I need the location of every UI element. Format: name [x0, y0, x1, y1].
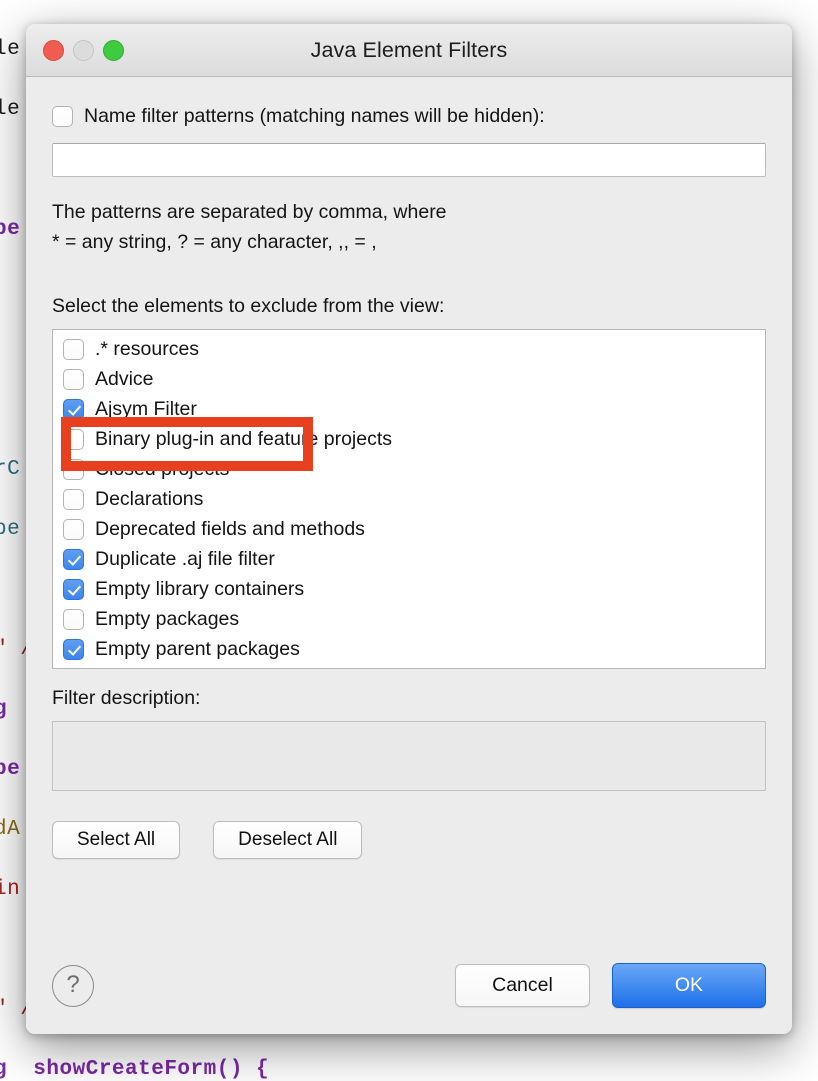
window-title: Java Element Filters — [310, 37, 508, 62]
filter-list-item[interactable]: Advice — [53, 364, 765, 394]
filter-item-label: Ajsym Filter — [95, 397, 197, 420]
filter-list-item[interactable]: Empty library containers — [53, 574, 765, 604]
code-line: be — [0, 218, 21, 241]
filter-item-checkbox[interactable] — [63, 488, 84, 510]
filter-item-checkbox[interactable] — [63, 518, 84, 540]
exclude-elements-label: Select the elements to exclude from the … — [52, 295, 445, 317]
filter-item-label: Binary plug-in and feature projects — [95, 427, 393, 450]
filter-item-checkbox[interactable] — [63, 338, 84, 360]
zoom-button[interactable] — [103, 40, 124, 61]
filter-item-checkbox[interactable] — [63, 458, 84, 480]
code-line: le — [0, 98, 21, 121]
code-line: be — [0, 518, 21, 541]
code-line: g showCreateForm() { — [0, 1058, 270, 1081]
filter-list-item[interactable]: Declarations — [53, 484, 765, 514]
filter-item-label: Duplicate .aj file filter — [95, 547, 275, 570]
java-element-filters-dialog: Java Element Filters Name filter pattern… — [26, 24, 792, 1034]
ok-button[interactable]: OK — [611, 963, 766, 1008]
filter-item-checkbox[interactable] — [63, 548, 84, 570]
filter-item-label: Declarations — [95, 487, 204, 510]
dialog-titlebar: Java Element Filters — [26, 24, 792, 77]
filter-list-item[interactable]: Empty packages — [53, 604, 765, 634]
filter-item-label: Empty parent packages — [95, 637, 300, 660]
filter-item-label: Empty packages — [95, 607, 240, 630]
close-button[interactable] — [43, 40, 64, 61]
filter-list-item[interactable]: Binary plug-in and feature projects — [53, 424, 765, 454]
filter-list-item[interactable]: Ajsym Filter — [53, 394, 765, 424]
select-all-button[interactable]: Select All — [52, 821, 181, 859]
filter-item-checkbox[interactable] — [63, 578, 84, 600]
selection-buttons-row: Select All Deselect All — [52, 821, 766, 859]
minimize-button[interactable] — [73, 40, 94, 61]
help-icon[interactable]: ? — [52, 964, 94, 1007]
filter-list-item[interactable]: Closed projects — [53, 454, 765, 484]
filter-description-box — [52, 721, 766, 791]
filter-item-label: Deprecated fields and methods — [95, 517, 365, 540]
filter-list-item[interactable]: .* resources — [53, 334, 765, 364]
dialog-footer: ? Cancel OK — [26, 963, 792, 1034]
filter-item-label: Closed projects — [95, 457, 230, 480]
name-filter-patterns-checkbox[interactable] — [52, 106, 73, 127]
code-line: g — [0, 698, 8, 721]
code-line: rC — [0, 458, 21, 481]
code-line: be — [0, 758, 21, 781]
filter-item-label: .* resources — [95, 337, 200, 360]
window-controls — [43, 40, 124, 61]
filter-item-checkbox[interactable] — [63, 398, 84, 420]
code-line: le — [0, 38, 21, 61]
code-line: in — [0, 878, 21, 901]
filter-item-label: Empty library containers — [95, 577, 305, 600]
filter-list[interactable]: .* resources Advice Ajsym Filter Binary plu… — [52, 329, 766, 669]
filter-item-checkbox[interactable] — [63, 608, 84, 630]
filter-description-label: Filter description: — [52, 687, 201, 709]
name-filter-pattern-input[interactable] — [52, 143, 766, 177]
filter-item-label: Advice — [95, 367, 154, 390]
name-filter-patterns-row[interactable]: Name filter patterns (matching names wil… — [52, 105, 766, 128]
deselect-all-button[interactable]: Deselect All — [213, 821, 363, 859]
code-line: dA — [0, 818, 21, 841]
filter-list-item[interactable]: Empty parent packages — [53, 634, 765, 664]
dialog-body: Name filter patterns (matching names wil… — [26, 77, 792, 963]
cancel-button[interactable]: Cancel — [455, 964, 590, 1007]
filter-list-item[interactable]: Duplicate .aj file filter — [53, 544, 765, 574]
filter-item-checkbox[interactable] — [63, 428, 84, 450]
filter-list-item[interactable]: Deprecated fields and methods — [53, 514, 765, 544]
filter-item-checkbox[interactable] — [63, 638, 84, 660]
pattern-help-text: The patterns are separated by comma, whe… — [52, 201, 447, 253]
filter-item-checkbox[interactable] — [63, 368, 84, 390]
name-filter-patterns-label: Name filter patterns (matching names wil… — [84, 105, 545, 127]
